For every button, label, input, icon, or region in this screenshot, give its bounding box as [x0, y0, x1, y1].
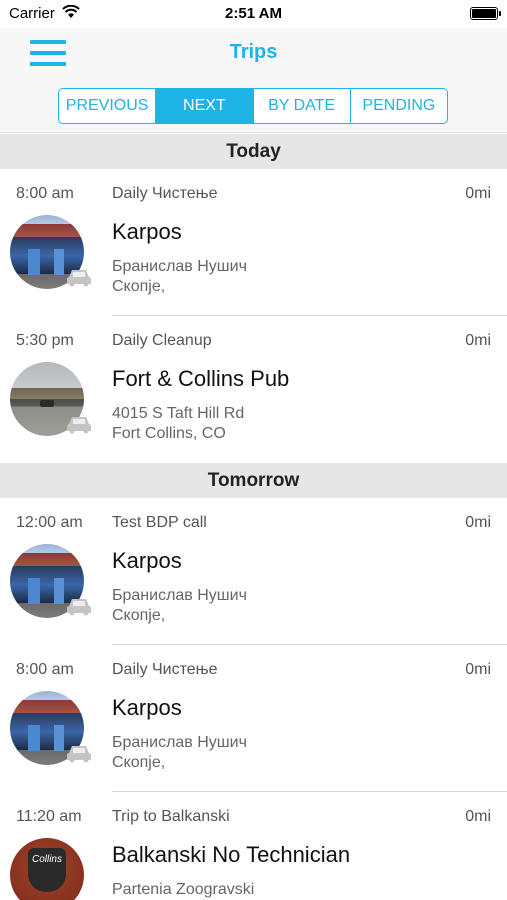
trip-filter-segmented-control: PREVIOUS NEXT BY DATE PENDING	[58, 88, 448, 124]
page-title: Trips	[229, 41, 278, 63]
trip-row[interactable]: 5:30 pm Daily Cleanup 0mi Fort & Collins…	[0, 316, 507, 463]
address-line-2: Скопје,	[112, 607, 166, 624]
segment-previous[interactable]: PREVIOUS	[59, 89, 157, 123]
location-name: Karpos	[112, 219, 182, 244]
trip-row[interactable]: 11:20 am Trip to Balkanski 0mi Collins B…	[0, 792, 507, 900]
address-line-2: Скопје,	[112, 754, 166, 771]
location-name: Karpos	[112, 695, 182, 720]
section-header-today: Today	[0, 134, 507, 169]
trip-row[interactable]: 8:00 am Daily Чистење 0mi Karpos Бранисл…	[0, 169, 507, 316]
nav-bar: Trips PREVIOUS NEXT BY DATE PENDING	[0, 28, 507, 133]
clock: 2:51 AM	[225, 5, 282, 22]
trip-row[interactable]: 12:00 am Test BDP call 0mi Karpos Бранис…	[0, 498, 507, 645]
address-line-1: Partenia Zoogravski	[112, 881, 255, 898]
address-line-1: Бранислав Нушич	[112, 587, 247, 604]
segment-pending[interactable]: PENDING	[351, 89, 447, 123]
status-bar: Carrier 2:51 AM	[0, 0, 507, 28]
address-line-1: Бранислав Нушич	[112, 734, 247, 751]
car-icon	[67, 417, 91, 434]
location-name: Fort & Collins Pub	[112, 366, 290, 391]
address-line-2: Скопје,	[112, 278, 166, 295]
trip-list: Today 8:00 am Daily Чистење 0mi Karpos Б…	[0, 134, 507, 900]
location-name: Balkanski No Technician	[112, 842, 351, 867]
trip-title: Daily Cleanup	[112, 332, 212, 349]
address-line-1: 4015 S Taft Hill Rd	[112, 405, 245, 422]
trip-distance: 0mi	[465, 661, 491, 678]
trip-title: Daily Чистење	[112, 661, 218, 678]
trip-title: Daily Чистење	[112, 185, 218, 202]
address-line-2: Fort Collins, CO	[112, 425, 226, 442]
car-icon	[67, 599, 91, 616]
segment-next[interactable]: NEXT	[156, 89, 254, 123]
trip-time: 12:00 am	[16, 514, 83, 531]
car-icon	[67, 270, 91, 287]
logo-badge: Collins	[28, 848, 66, 892]
location-logo: Collins	[10, 838, 84, 900]
trip-title: Test BDP call	[112, 514, 207, 531]
section-header-tomorrow: Tomorrow	[0, 463, 507, 498]
segment-by-date[interactable]: BY DATE	[254, 89, 351, 123]
trip-time: 8:00 am	[16, 661, 74, 678]
trip-time: 8:00 am	[16, 185, 74, 202]
trip-time: 11:20 am	[16, 808, 82, 825]
car-icon	[67, 746, 91, 763]
address-line-1: Бранислав Нушич	[112, 258, 247, 275]
battery-icon	[470, 7, 501, 20]
trip-distance: 0mi	[465, 332, 491, 349]
trip-distance: 0mi	[465, 514, 491, 531]
trip-distance: 0mi	[465, 185, 491, 202]
location-name: Karpos	[112, 548, 182, 573]
trip-row[interactable]: 8:00 am Daily Чистење 0mi Karpos Бранисл…	[0, 645, 507, 792]
trip-title: Trip to Balkanski	[112, 808, 230, 825]
trip-distance: 0mi	[465, 808, 491, 825]
trip-time: 5:30 pm	[16, 332, 74, 349]
